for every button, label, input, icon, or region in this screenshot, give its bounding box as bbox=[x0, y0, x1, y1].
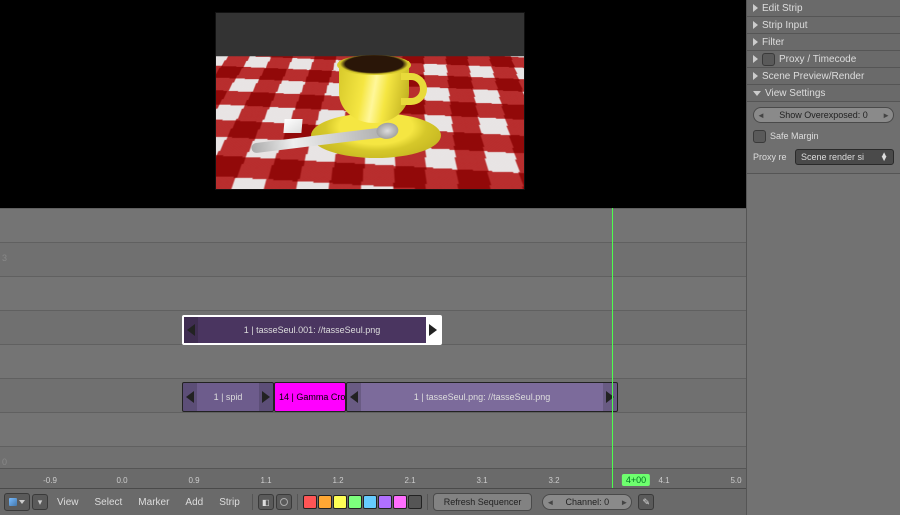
chevron-right-icon bbox=[753, 38, 758, 46]
strip-spider[interactable]: 1 | spid bbox=[182, 382, 274, 412]
overexposed-spinner[interactable]: ◄ Show Overexposed: 0 ► bbox=[753, 107, 894, 123]
panel-proxy-timecode[interactable]: Proxy / Timecode bbox=[747, 51, 900, 68]
spinner-right-icon[interactable]: ► bbox=[620, 498, 628, 507]
swatch[interactable] bbox=[393, 495, 407, 509]
panel-label: View Settings bbox=[765, 88, 825, 99]
chevron-down-icon bbox=[753, 91, 761, 96]
spinner-left-icon[interactable]: ◄ bbox=[757, 111, 765, 120]
strip-label: 1 | tasseSeul.001: //tasseSeul.png bbox=[198, 325, 426, 335]
panel-view-settings[interactable]: View Settings bbox=[747, 85, 900, 102]
sequencer-icon bbox=[9, 498, 17, 506]
strip-label: 14 | Gamma Cros bbox=[275, 392, 345, 402]
proxy-render-dropdown[interactable]: Scene render si ▲▼ bbox=[795, 149, 894, 165]
editor-type-dropdown[interactable] bbox=[4, 493, 30, 511]
sequencer-header: ▾ View Select Marker Add Strip ◧ Refresh… bbox=[0, 488, 746, 515]
swatch[interactable] bbox=[408, 495, 422, 509]
proxy-checkbox[interactable] bbox=[762, 53, 775, 66]
panel-label: Filter bbox=[762, 37, 784, 48]
menu-select[interactable]: Select bbox=[88, 493, 130, 511]
spinner-value: Channel: 0 bbox=[566, 497, 610, 507]
menu-view[interactable]: View bbox=[50, 493, 86, 511]
collapse-menus-button[interactable]: ▾ bbox=[32, 494, 48, 510]
swatch[interactable] bbox=[333, 495, 347, 509]
menu-strip[interactable]: Strip bbox=[212, 493, 247, 511]
swatch[interactable] bbox=[348, 495, 362, 509]
spinner-left-icon[interactable]: ◄ bbox=[546, 498, 554, 507]
dropdown-value: Scene render si bbox=[801, 152, 864, 162]
swatch[interactable] bbox=[363, 495, 377, 509]
lock-button[interactable]: ✎ bbox=[638, 494, 654, 510]
panel-filter[interactable]: Filter bbox=[747, 34, 900, 51]
ruler-tick: 4.1 bbox=[658, 476, 669, 485]
safe-margin-checkbox[interactable] bbox=[753, 130, 766, 143]
swatch[interactable] bbox=[318, 495, 332, 509]
updown-icon: ▲▼ bbox=[880, 153, 888, 161]
pencil-icon: ✎ bbox=[643, 497, 651, 508]
ruler-tick: 0.0 bbox=[116, 476, 127, 485]
chevron-right-icon bbox=[753, 72, 758, 80]
ruler-tick: 0.9 bbox=[188, 476, 199, 485]
ruler-tick: -0.9 bbox=[43, 476, 57, 485]
proxy-render-label: Proxy re bbox=[753, 152, 795, 162]
panel-edit-strip[interactable]: Edit Strip bbox=[747, 0, 900, 17]
chevron-right-icon bbox=[753, 21, 758, 29]
panel-scene-preview[interactable]: Scene Preview/Render bbox=[747, 68, 900, 85]
playhead[interactable] bbox=[612, 208, 613, 488]
chevron-right-icon bbox=[753, 55, 758, 63]
menu-marker[interactable]: Marker bbox=[131, 493, 176, 511]
panel-strip-input[interactable]: Strip Input bbox=[747, 17, 900, 34]
strip-handle-right[interactable] bbox=[603, 383, 617, 411]
strip-handle-left[interactable] bbox=[184, 317, 198, 343]
strip-selected[interactable]: 62 1 | tasseSeul.001: //tasseSeul.png bbox=[182, 315, 442, 345]
strip-handle-left[interactable] bbox=[347, 383, 361, 411]
view-settings-body: ◄ Show Overexposed: 0 ► Safe Margin Prox… bbox=[747, 102, 900, 174]
display-mode-button[interactable]: ◧ bbox=[258, 494, 274, 510]
strip-handle-right[interactable] bbox=[259, 383, 273, 411]
channel-spinner[interactable]: ◄ Channel: 0 ► bbox=[542, 494, 632, 510]
strip-label: 1 | tasseSeul.png: //tasseSeul.png bbox=[361, 392, 603, 402]
menu-add[interactable]: Add bbox=[178, 493, 210, 511]
panel-label: Strip Input bbox=[762, 20, 808, 31]
spinner-value: Show Overexposed: 0 bbox=[779, 110, 868, 120]
strip-tasseseul[interactable]: 1 | tasseSeul.png: //tasseSeul.png bbox=[346, 382, 618, 412]
playhead-frame: 4+00 bbox=[622, 474, 650, 486]
panel-label: Scene Preview/Render bbox=[762, 71, 864, 82]
ruler-tick: 5.0 bbox=[730, 476, 741, 485]
safe-margin-label: Safe Margin bbox=[770, 131, 819, 141]
strip-handle-right[interactable] bbox=[426, 317, 440, 343]
ruler-tick: 2.1 bbox=[404, 476, 415, 485]
swatch[interactable] bbox=[303, 495, 317, 509]
refresh-sequencer-button[interactable]: Refresh Sequencer bbox=[433, 493, 533, 511]
ruler-tick: 1.1 bbox=[260, 476, 271, 485]
ruler-tick: 3.1 bbox=[476, 476, 487, 485]
strip-label: 1 | spid bbox=[197, 392, 259, 402]
chevron-down-icon bbox=[19, 500, 25, 504]
panel-label: Edit Strip bbox=[762, 3, 803, 14]
color-swatches bbox=[303, 495, 422, 509]
panel-label: Proxy / Timecode bbox=[779, 54, 856, 65]
preview-image bbox=[215, 12, 525, 190]
ruler-tick: 3.2 bbox=[548, 476, 559, 485]
strip-handle-left[interactable] bbox=[183, 383, 197, 411]
ruler-tick: 1.2 bbox=[332, 476, 343, 485]
sequencer-preview bbox=[0, 0, 746, 208]
ghost-frames-button[interactable] bbox=[276, 494, 292, 510]
spinner-right-icon[interactable]: ► bbox=[882, 111, 890, 120]
chevron-right-icon bbox=[753, 4, 758, 12]
swatch[interactable] bbox=[378, 495, 392, 509]
sequencer-timeline[interactable]: 3 0 62 1 | tasseSeul.001: //tasseSeul.pn… bbox=[0, 208, 746, 488]
properties-panel: Edit Strip Strip Input Filter Proxy / Ti… bbox=[746, 0, 900, 515]
strip-gamma-cross[interactable]: 14 | Gamma Cros bbox=[274, 382, 346, 412]
